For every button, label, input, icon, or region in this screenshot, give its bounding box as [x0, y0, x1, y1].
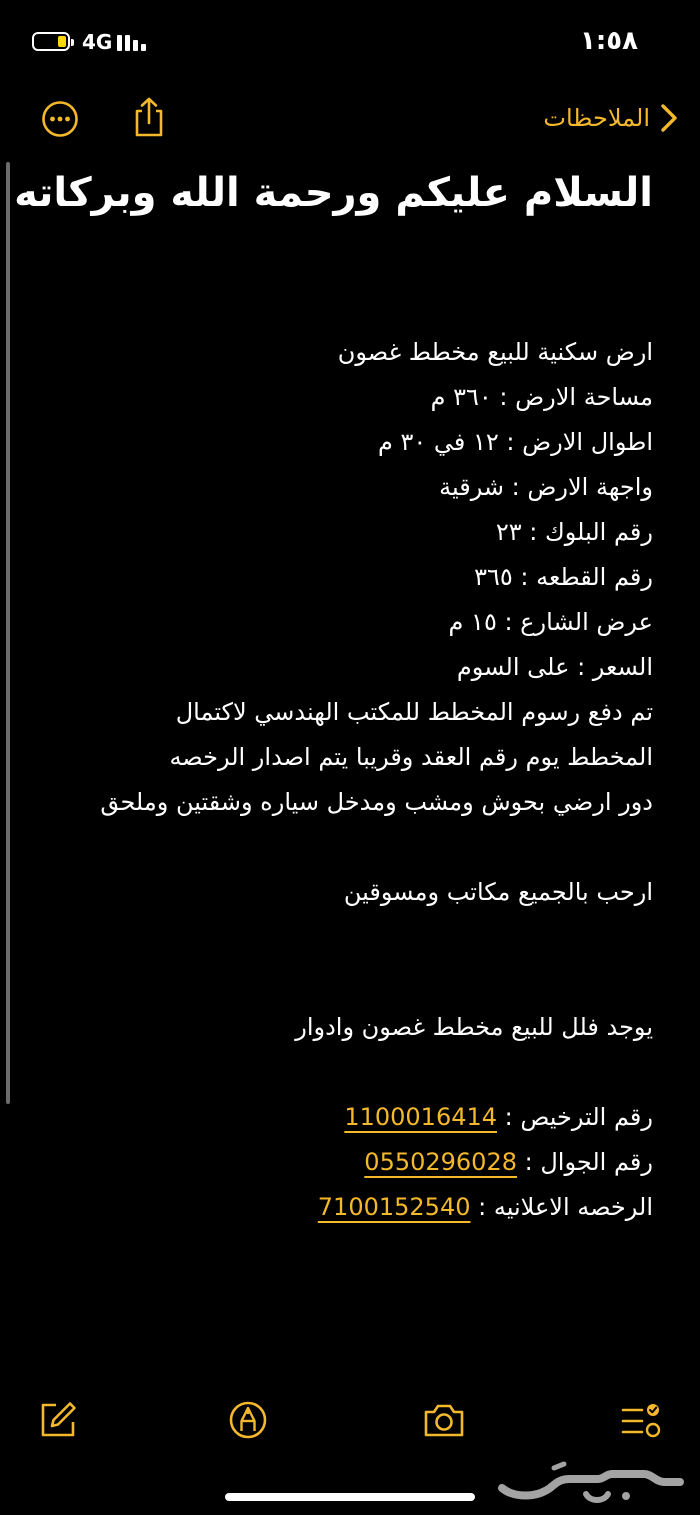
ad-license-label: الرخصه الاعلانيه :	[478, 1193, 653, 1221]
more-button[interactable]	[41, 100, 79, 138]
note-line: يوجد فلل للبيع مخطط غصون وادوار	[295, 1013, 653, 1041]
note-line: ارض سكنية للبيع مخطط غصون	[337, 338, 653, 366]
note-line: عرض الشارع : ١٥ م	[448, 608, 653, 636]
note-line: دور ارضي بحوش ومشب ومدخل سياره وشقتين وم…	[100, 788, 653, 816]
ad-license-line: الرخصه الاعلانيه : 7100152540	[33, 1185, 653, 1230]
network-label: 4G	[82, 30, 113, 54]
note-body[interactable]: ارض سكنية للبيع مخطط غصون مساحة الارض : …	[33, 330, 653, 1230]
battery-icon	[32, 32, 74, 51]
more-icon	[42, 101, 78, 137]
signal-icon	[117, 33, 151, 51]
share-button[interactable]	[130, 96, 168, 138]
haraj-watermark	[494, 1458, 686, 1508]
license-number-link[interactable]: 1100016414	[344, 1103, 497, 1131]
chevron-back-icon	[661, 104, 677, 132]
note-line: المخطط يوم رقم العقد وقريبا يتم اصدار ال…	[169, 743, 653, 771]
note-line: تم دفع رسوم المخطط للمكتب الهندسي لاكتما…	[175, 698, 653, 726]
note-title[interactable]: السلام عليكم ورحمة الله وبركاته	[14, 170, 653, 216]
share-icon	[135, 97, 163, 137]
status-time: ١:٥٨	[579, 26, 638, 56]
camera-icon	[424, 1404, 464, 1437]
back-button[interactable]: الملاحظات	[543, 98, 680, 138]
compose-icon	[41, 1402, 76, 1437]
checklist-button[interactable]	[620, 1400, 661, 1440]
scroll-indicator[interactable]	[6, 162, 10, 1104]
license-label: رقم الترخيص :	[504, 1103, 653, 1131]
note-line: واجهة الارض : شرقية	[439, 473, 653, 501]
note-line: رقم القطعه : ٣٦٥	[474, 563, 653, 591]
status-bar: 4G ١:٥٨	[0, 0, 700, 80]
note-line: ارحب بالجميع مكاتب ومسوقين	[343, 878, 653, 906]
home-indicator[interactable]	[225, 1493, 475, 1501]
note-line: مساحة الارض : ٣٦٠ م	[430, 383, 653, 411]
battery-level	[58, 36, 66, 47]
note-line: اطوال الارض : ١٢ في ٣٠ م	[377, 428, 653, 456]
license-line: رقم الترخيص : 1100016414	[33, 1095, 653, 1140]
markup-button[interactable]	[228, 1400, 268, 1440]
markup-icon	[229, 1401, 267, 1439]
haraj-logo	[498, 1461, 684, 1503]
back-label: الملاحظات	[543, 104, 650, 132]
camera-button[interactable]	[422, 1400, 464, 1440]
compose-button[interactable]	[38, 1400, 78, 1440]
mobile-line: رقم الجوال : 0550296028	[33, 1140, 653, 1185]
ad-license-number-link[interactable]: 7100152540	[318, 1193, 471, 1221]
note-line: السعر : على السوم	[456, 653, 653, 681]
checklist-icon	[621, 1404, 661, 1438]
mobile-label: رقم الجوال :	[524, 1148, 653, 1176]
mobile-number-link[interactable]: 0550296028	[364, 1148, 517, 1176]
note-line: رقم البلوك : ٢٣	[495, 518, 653, 546]
